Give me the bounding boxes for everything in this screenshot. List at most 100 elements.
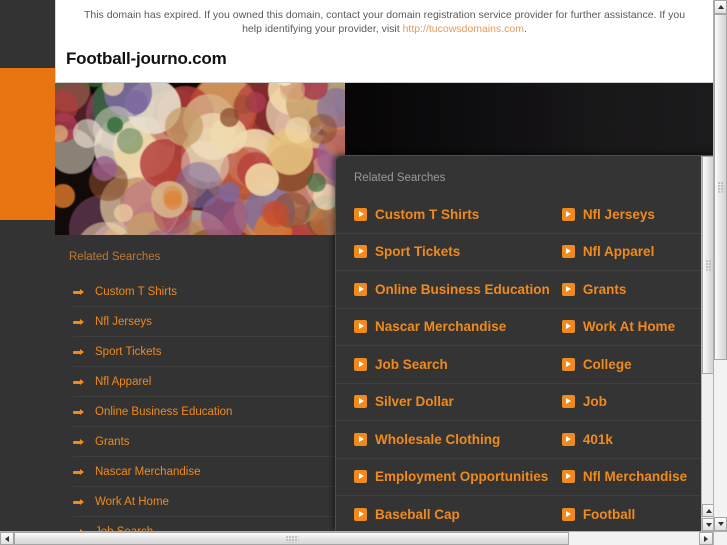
- page-scroll-right-button[interactable]: [699, 532, 713, 545]
- overlay-row: Online Business Education Grants: [336, 271, 701, 309]
- grip-dots-icon: [717, 181, 724, 193]
- overlay-link-label: Nfl Merchandise: [582, 469, 688, 485]
- overlay-link-label: Job Search: [375, 356, 448, 372]
- arrow-right-icon: [561, 282, 575, 296]
- title-band: Football-journo.com: [55, 42, 713, 83]
- bokeh-light: [73, 119, 103, 148]
- overlay-link-grid: Custom T Shirts Nfl Jerseys Sport Tickets N…: [336, 196, 701, 532]
- overlay-link-left-8[interactable]: Baseball Cap: [336, 507, 558, 522]
- arrow-bullet-icon: [73, 316, 85, 328]
- sidebar-item-label: Custom T Shirts: [95, 285, 178, 298]
- page-vertical-scrollbar[interactable]: [713, 0, 727, 531]
- scrollbar-corner: [713, 531, 727, 545]
- page-title: Football-journo.com: [66, 49, 227, 68]
- page-hscrollbar-thumb[interactable]: [14, 532, 569, 545]
- sidebar-item-label: Sport Tickets: [95, 345, 162, 358]
- bokeh-light: [114, 203, 133, 223]
- tucows-domains-link[interactable]: http://tucowsdomains.com: [403, 23, 524, 35]
- bokeh-light: [220, 108, 239, 127]
- arrow-right-icon: [354, 470, 367, 484]
- overlay-link-right-2[interactable]: Grants: [558, 282, 701, 297]
- overlay-link-left-0[interactable]: Custom T Shirts: [336, 207, 558, 222]
- overlay-row: Job Search College: [336, 346, 701, 384]
- overlay-link-label: Online Business Education: [375, 281, 550, 297]
- overlay-link-label: 401k: [582, 431, 613, 447]
- triangle-up-icon: [717, 5, 724, 9]
- arrow-right-icon: [354, 320, 367, 334]
- overlay-link-right-1[interactable]: Nfl Apparel: [558, 244, 701, 259]
- arrow-right-icon: [354, 245, 367, 259]
- left-orange-block: [0, 68, 55, 220]
- overlay-row: Custom T Shirts Nfl Jerseys: [336, 196, 701, 234]
- overlay-link-label: Custom T Shirts: [375, 206, 480, 222]
- arrow-bullet-icon: [73, 376, 85, 388]
- overlay-link-right-7[interactable]: Nfl Merchandise: [558, 469, 701, 484]
- arrow-right-icon: [354, 282, 367, 296]
- triangle-right-icon: [704, 535, 708, 542]
- overlay-link-label: Nfl Apparel: [582, 244, 655, 260]
- arrow-bullet-icon: [73, 436, 85, 448]
- overlay-link-left-4[interactable]: Job Search: [336, 357, 558, 372]
- overlay-link-label: Grants: [582, 281, 627, 297]
- overlay-link-right-6[interactable]: 401k: [558, 432, 701, 447]
- overlay-link-label: Employment Opportunities: [375, 469, 549, 485]
- page-scrollbar-thumb[interactable]: [714, 14, 727, 360]
- overlay-row: Silver Dollar Job: [336, 384, 701, 421]
- overlay-row: Employment Opportunities Nfl Merchandise: [336, 459, 701, 496]
- arrow-right-icon: [561, 245, 575, 259]
- sidebar-item-label: Nfl Jerseys: [95, 315, 152, 328]
- page-scroll-up-button[interactable]: [714, 0, 727, 14]
- overlay-link-label: Silver Dollar: [375, 394, 454, 410]
- arrow-right-icon: [354, 432, 367, 446]
- triangle-down-icon: [717, 522, 724, 526]
- notice-line-2-prefix: help identifying your provider, visit: [242, 23, 403, 35]
- arrow-bullet-icon: [73, 496, 85, 508]
- overlay-row: Baseball Cap Football: [336, 496, 701, 532]
- sidebar-item-label: Grants: [95, 435, 130, 448]
- overlay-link-label: Nfl Jerseys: [582, 206, 655, 222]
- overlay-link-right-3[interactable]: Work At Home: [558, 319, 701, 334]
- page-scroll-down-button[interactable]: [714, 517, 727, 531]
- arrow-bullet-icon: [73, 286, 85, 298]
- overlay-link-right-0[interactable]: Nfl Jerseys: [558, 207, 701, 222]
- page-scroll-left-button[interactable]: [0, 532, 14, 545]
- overlay-link-left-6[interactable]: Wholesale Clothing: [336, 432, 558, 447]
- sidebar-item-label: Nascar Merchandise: [95, 465, 201, 478]
- overlay-link-right-8[interactable]: Football: [558, 507, 701, 522]
- overlay-link-right-5[interactable]: Job: [558, 394, 701, 409]
- overlay-link-left-7[interactable]: Employment Opportunities: [336, 469, 558, 484]
- bokeh-light: [245, 162, 279, 197]
- bokeh-light: [124, 89, 149, 114]
- overlay-link-label: Football: [582, 506, 636, 522]
- overlay-link-label: Nascar Merchandise: [375, 319, 507, 335]
- related-searches-overlay: Related Searches Custom T Shirts Nfl Jers…: [335, 155, 715, 532]
- overlay-link-label: College: [582, 356, 632, 372]
- arrow-right-icon: [561, 207, 575, 221]
- arrow-right-icon: [561, 432, 575, 446]
- overlay-row: Wholesale Clothing 401k: [336, 421, 701, 459]
- arrow-right-icon: [354, 507, 367, 521]
- arrow-right-icon: [561, 507, 575, 521]
- overlay-link-left-1[interactable]: Sport Tickets: [336, 244, 558, 259]
- overlay-link-left-3[interactable]: Nascar Merchandise: [336, 319, 558, 334]
- overlay-link-left-2[interactable]: Online Business Education: [336, 282, 558, 297]
- overlay-link-label: Work At Home: [582, 319, 676, 335]
- overlay-link-left-5[interactable]: Silver Dollar: [336, 394, 558, 409]
- arrow-right-icon: [561, 395, 575, 409]
- arrow-bullet-icon: [73, 406, 85, 418]
- sidebar-item-label: Nfl Apparel: [95, 375, 152, 388]
- page-horizontal-scrollbar[interactable]: [0, 531, 727, 545]
- arrow-bullet-icon: [73, 466, 85, 478]
- overlay-content: Related Searches Custom T Shirts Nfl Jers…: [336, 156, 701, 532]
- arrow-right-icon: [561, 470, 575, 484]
- triangle-down-icon: [705, 522, 712, 527]
- sidebar-item-label: Online Business Education: [95, 405, 233, 418]
- arrow-right-icon: [561, 357, 575, 371]
- grip-dots-icon: [705, 259, 712, 271]
- overlay-heading: Related Searches: [354, 172, 446, 184]
- arrow-right-icon: [354, 395, 367, 409]
- notice-line-2-suffix: .: [523, 23, 527, 35]
- overlay-link-label: Wholesale Clothing: [375, 431, 501, 447]
- overlay-link-right-4[interactable]: College: [558, 357, 701, 372]
- arrow-right-icon: [561, 320, 575, 334]
